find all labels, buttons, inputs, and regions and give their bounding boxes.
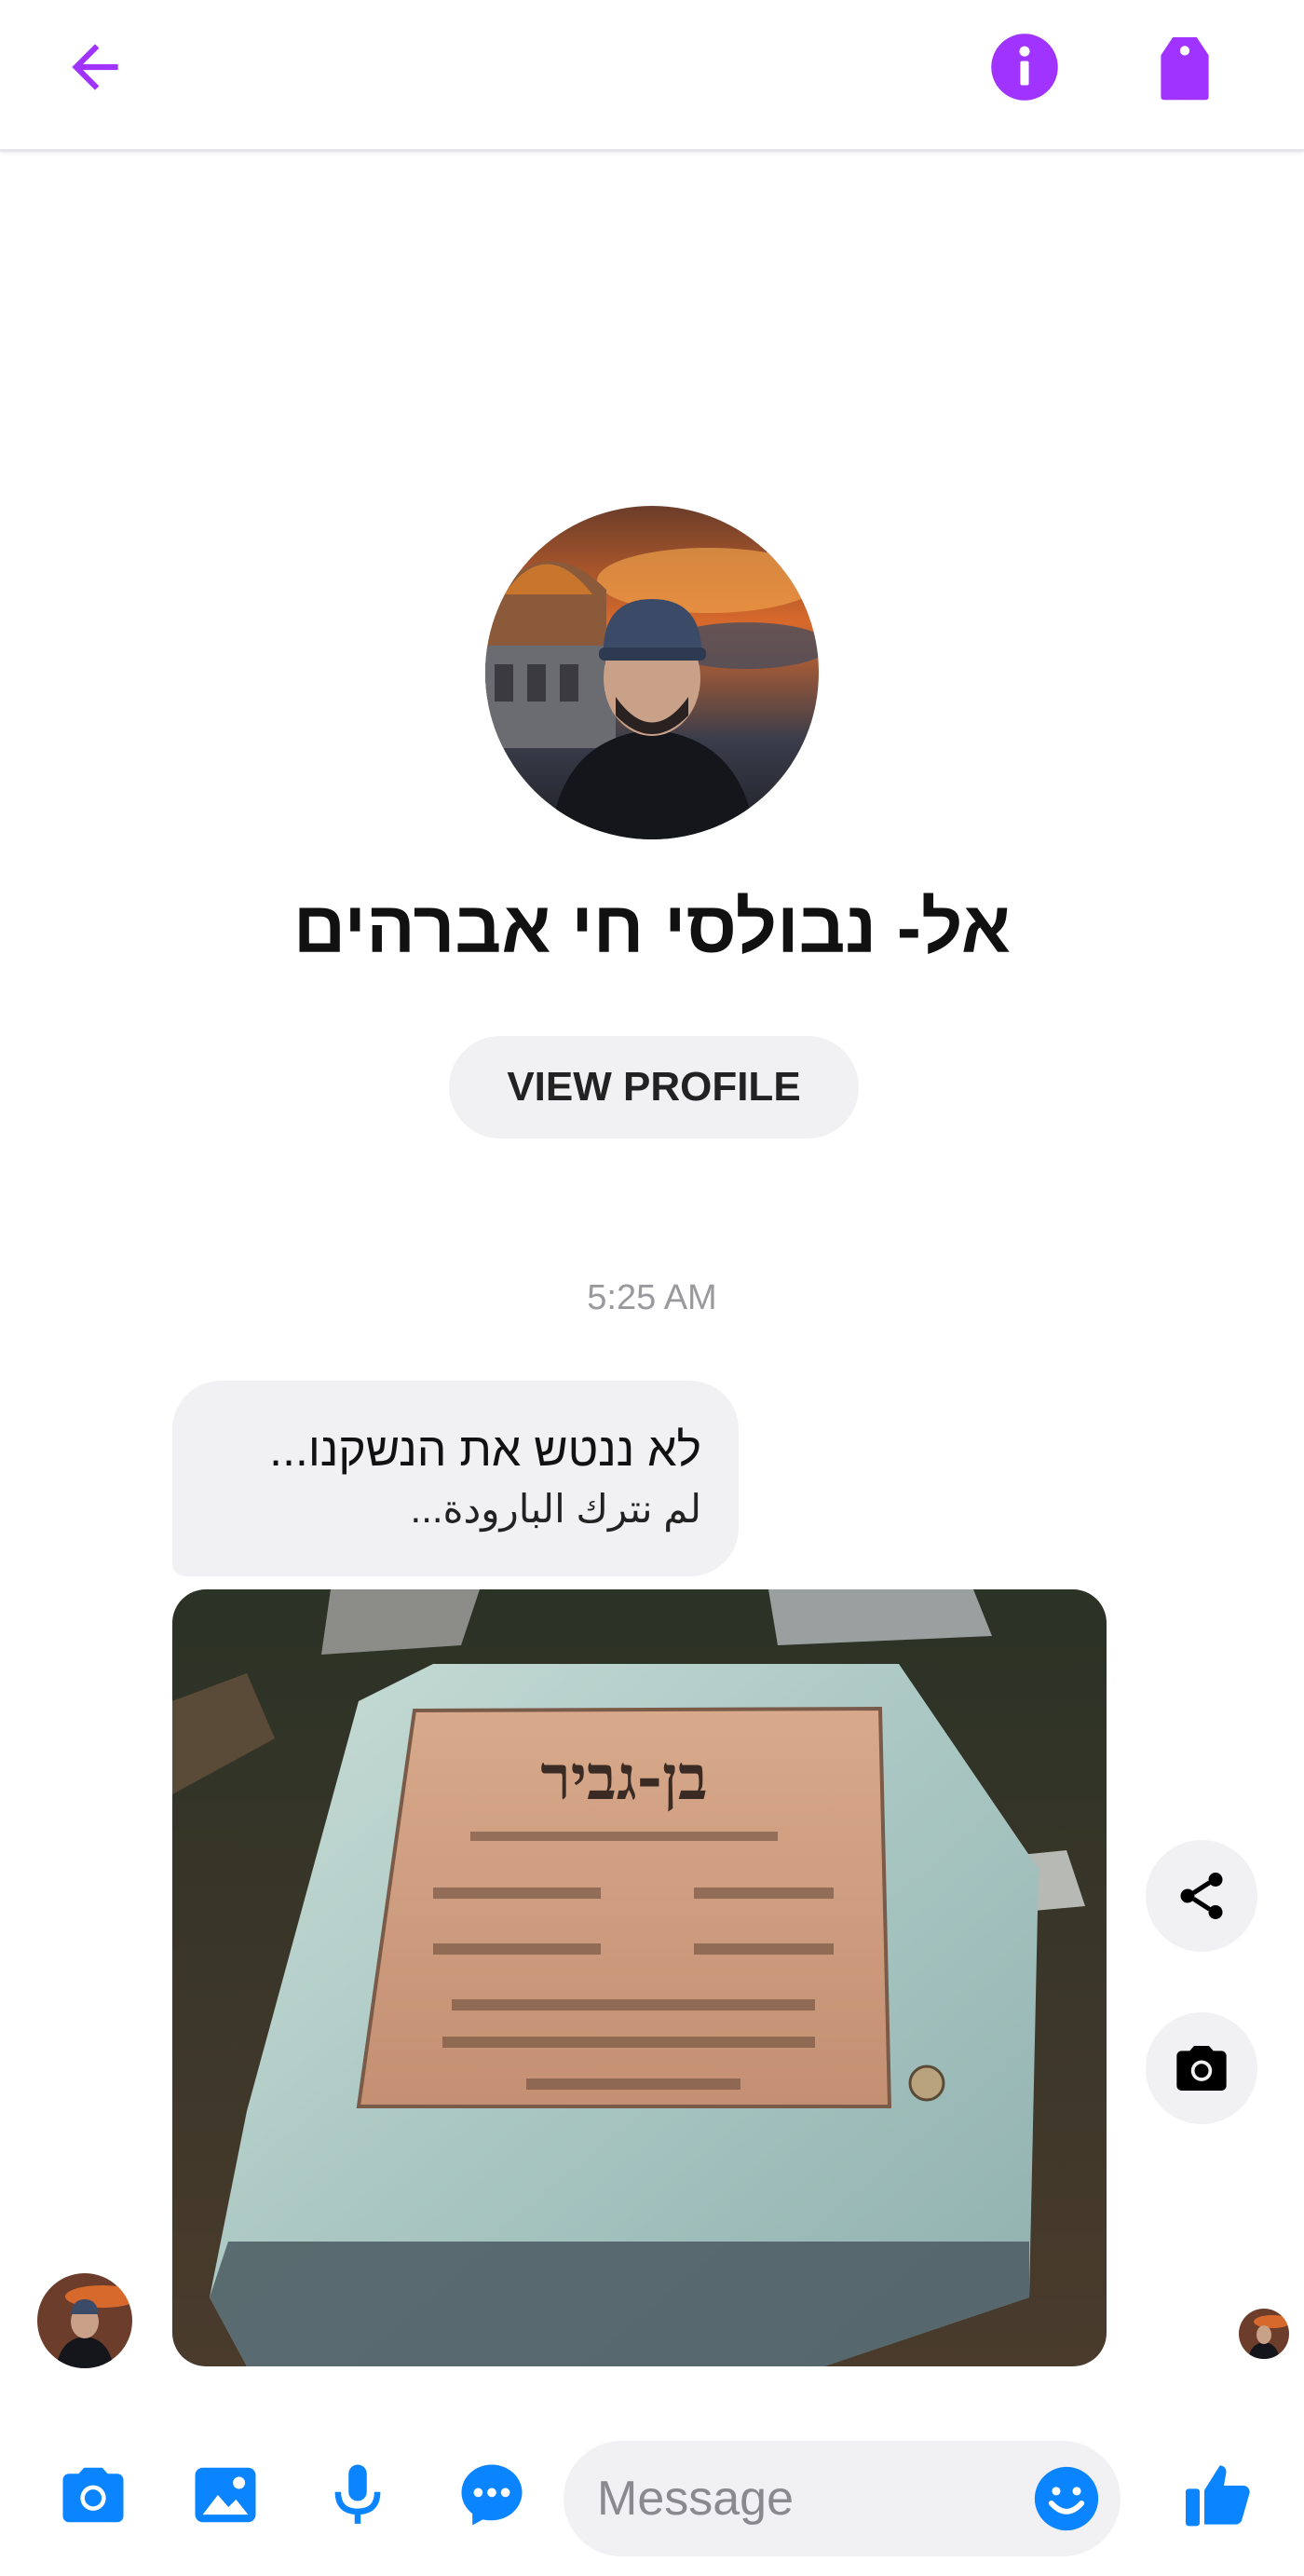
info-button[interactable] (978, 20, 1071, 114)
microphone-icon (334, 2464, 381, 2524)
info-icon (991, 34, 1058, 101)
emoji-button[interactable] (1020, 2452, 1113, 2545)
profile-photo (485, 506, 819, 839)
camera-button[interactable] (47, 2448, 140, 2542)
image-icon (195, 2467, 256, 2523)
profile-avatar[interactable] (485, 506, 819, 839)
sender-avatar-photo (37, 2273, 132, 2368)
message-field-container (564, 2441, 1121, 2556)
save-image-button[interactable] (1146, 2012, 1257, 2124)
thumbs-up-icon (1186, 2465, 1250, 2527)
chat-bubble-icon (461, 2464, 523, 2526)
share-button[interactable] (1146, 1840, 1257, 1952)
chat-extras-button[interactable] (445, 2448, 538, 2542)
message-input[interactable] (597, 2441, 998, 2556)
like-button[interactable] (1172, 2448, 1265, 2542)
message-timestamp: 5:25 AM (587, 1278, 717, 1317)
view-profile-button[interactable]: VIEW PROFILE (449, 1036, 859, 1138)
read-receipt-photo (1239, 2309, 1289, 2359)
tag-button[interactable] (1138, 20, 1231, 114)
share-icon (1180, 1873, 1223, 1919)
profile-name: אל- נבולסי חי אברהים (292, 886, 1012, 968)
arrow-left-icon (72, 44, 118, 90)
message-bubble[interactable]: לא ננטש את הנשקנו... لم نترك البارودة... (172, 1381, 739, 1576)
plaque-title: בן-גביר (540, 1741, 707, 1814)
image-message[interactable]: בן-גביר (172, 1589, 1107, 2366)
back-button[interactable] (48, 20, 142, 114)
camera-icon (1176, 2046, 1227, 2091)
tag-icon (1161, 37, 1209, 101)
emoji-icon (1034, 2466, 1099, 2531)
message-text-arabic: لم نترك البارودة... (410, 1487, 701, 1531)
sender-avatar[interactable] (37, 2273, 132, 2368)
read-receipt-avatar (1239, 2309, 1289, 2359)
gravestone-photo: בן-גביר (172, 1589, 1107, 2366)
voice-record-button[interactable] (311, 2448, 404, 2542)
message-text-hebrew: לא ננטש את הנשקנו... (269, 1424, 701, 1476)
gallery-button[interactable] (179, 2448, 272, 2542)
camera-icon (62, 2467, 124, 2523)
top-bar (0, 0, 1304, 152)
